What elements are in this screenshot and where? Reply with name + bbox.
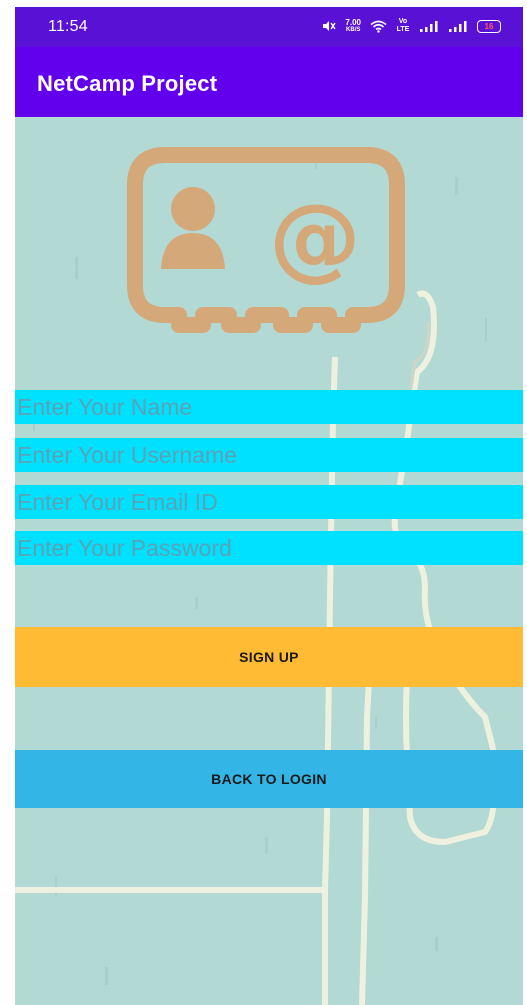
svg-text:@: @ — [269, 184, 361, 291]
volte-label: Vo LTE — [396, 18, 410, 33]
net-speed-value: 7.00 — [345, 17, 361, 27]
app-bar: NetCamp Project — [15, 47, 523, 117]
username-input[interactable] — [15, 438, 523, 472]
mute-icon — [323, 21, 337, 31]
signup-button[interactable]: SIGN UP — [15, 627, 523, 687]
app-title: NetCamp Project — [37, 71, 218, 96]
wifi-icon — [370, 20, 387, 33]
status-icons: 7.00 KB/S Vo LTE 16 — [320, 17, 501, 35]
signal-icon — [449, 20, 467, 32]
signal-icon — [420, 20, 438, 32]
status-bar: 11:54 7.00 KB/S Vo LTE 16 — [15, 7, 523, 47]
email-input[interactable] — [15, 485, 523, 519]
signup-screen: @ SIGN UP BACK TO LOGIN — [15, 117, 523, 1005]
status-time: 11:54 — [48, 18, 88, 35]
phone-screen: 11:54 7.00 KB/S Vo LTE 16 NetCamp Projec… — [15, 7, 523, 1005]
back-to-login-button[interactable]: BACK TO LOGIN — [15, 750, 523, 808]
password-input[interactable] — [15, 531, 523, 565]
name-input[interactable] — [15, 390, 523, 424]
net-speed-unit: KB/S — [346, 26, 361, 33]
battery-icon: 16 — [477, 19, 501, 33]
net-speed: 7.00 KB/S — [345, 17, 361, 34]
